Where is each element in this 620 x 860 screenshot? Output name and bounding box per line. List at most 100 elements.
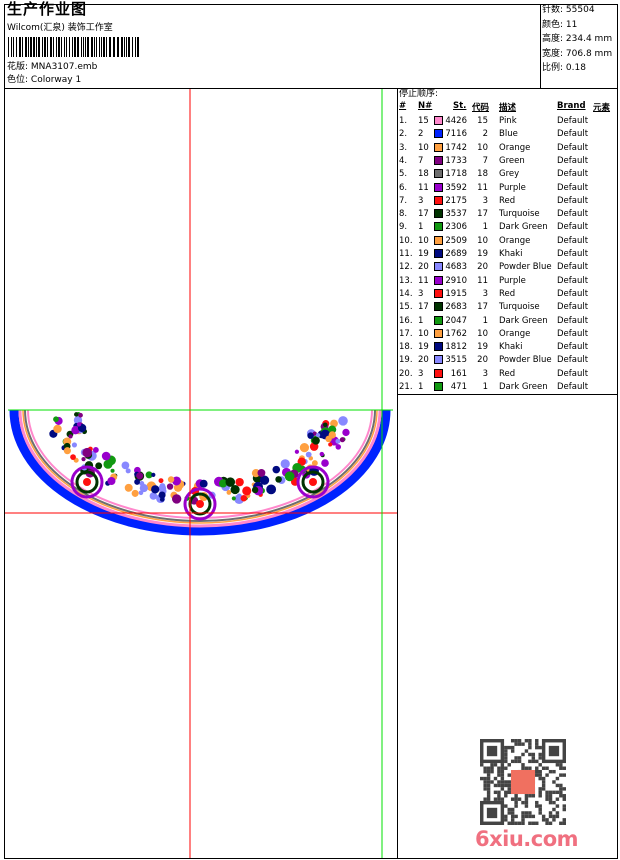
- row-brand: Default: [557, 342, 589, 353]
- color-swatch: [434, 302, 443, 312]
- embroidery-motif: [230, 484, 240, 495]
- qr-module: [528, 766, 532, 770]
- embroidery-motif: [312, 436, 320, 445]
- barcode-bar: [47, 37, 48, 57]
- qr-module: [507, 807, 511, 812]
- barcode-bar: [94, 37, 95, 57]
- embroidery-motif: [107, 476, 116, 486]
- qr-module: [517, 797, 522, 801]
- table-row: 17. 10 1762 10 Orange Default: [398, 328, 617, 341]
- row-stitches: 1718: [445, 169, 467, 180]
- stat-item: 比例: 0.18: [542, 63, 586, 74]
- row-index: 1.: [399, 116, 408, 126]
- row-stitches: 2910: [445, 275, 467, 286]
- row-description: Green: [499, 155, 525, 166]
- qr-module: [493, 790, 498, 795]
- stats-panel: [540, 4, 618, 89]
- qr-module: [486, 790, 491, 795]
- qr-module: [528, 821, 532, 825]
- barcode-bar: [124, 37, 125, 57]
- embroidery-motif: [71, 442, 78, 448]
- color-swatch: [434, 249, 443, 258]
- row-index: 5.: [399, 169, 408, 180]
- barcode: [8, 37, 139, 57]
- qr-module: [524, 811, 529, 815]
- row-description: Purple: [499, 182, 526, 193]
- row-code: 7: [482, 155, 488, 166]
- qr-module: [531, 814, 536, 819]
- row-needle: 3: [418, 195, 424, 206]
- watermark-logo: 6xiu.com: [475, 827, 579, 851]
- qr-module: [524, 749, 529, 753]
- row-description: Pink: [499, 116, 517, 126]
- qr-module: [562, 773, 566, 777]
- qr-module: [497, 797, 501, 801]
- qr-module: [528, 739, 532, 743]
- qr-module: [559, 787, 563, 791]
- qr-module: [562, 821, 566, 825]
- table-row: 20. 3 161 3 Red Default: [398, 368, 617, 381]
- qr-module: [524, 800, 529, 805]
- barcode-bar: [113, 37, 115, 57]
- embroidery-motif: [171, 494, 182, 504]
- qr-module: [486, 787, 491, 791]
- qr-module: [486, 794, 491, 798]
- qr-module: [483, 787, 487, 791]
- row-brand: Default: [557, 129, 589, 140]
- row-description: Blue: [499, 129, 518, 140]
- row-brand: Default: [557, 382, 589, 392]
- color-swatch: [434, 142, 443, 152]
- qr-module: [483, 776, 487, 781]
- embroidery-motif: [328, 442, 333, 447]
- row-code: 11: [477, 275, 488, 286]
- qr-module: [535, 773, 539, 777]
- stop-sequence-title: 停止顺序:: [399, 89, 439, 99]
- table-row: 21. 1 471 1 Dark Green Default: [398, 381, 617, 394]
- row-code: 10: [477, 328, 488, 339]
- table-row: 13. 11 2910 11 Purple Default: [398, 275, 617, 288]
- qr-module: [504, 780, 508, 784]
- row-stitches: 471: [450, 382, 467, 392]
- qr-module: [535, 745, 539, 750]
- embroidery-motif: [74, 412, 79, 417]
- table-row: 8. 17 3537 17 Turquoise Default: [398, 208, 617, 221]
- row-description: Purple: [499, 275, 526, 286]
- row-stitches: 3537: [445, 209, 467, 220]
- qr-module: [548, 794, 553, 798]
- row-stitches: 2683: [445, 302, 467, 313]
- qr-module: [483, 780, 487, 784]
- qr-module: [524, 766, 529, 770]
- color-swatch: [434, 288, 443, 298]
- qr-module: [507, 780, 511, 784]
- qr-module: [510, 814, 515, 819]
- qr-module: [510, 745, 515, 750]
- embroidery-motif: [159, 497, 165, 502]
- row-brand: Default: [557, 275, 589, 286]
- qr-module: [548, 814, 553, 819]
- embroidery-motif: [299, 442, 310, 453]
- embroidery-motif: [199, 479, 208, 488]
- qr-module: [562, 766, 566, 770]
- col-index: #: [399, 101, 407, 111]
- row-index: 18.: [399, 342, 413, 353]
- barcode-bar: [137, 37, 139, 57]
- qr-stamp-logo: [511, 770, 535, 794]
- qr-module: [510, 807, 515, 812]
- row-brand: Default: [557, 288, 589, 299]
- qr-module: [538, 776, 542, 781]
- qr-module: [538, 756, 542, 760]
- row-needle: 7: [418, 155, 424, 166]
- qr-module: [552, 807, 556, 812]
- row-needle: 3: [418, 288, 424, 299]
- row-brand: Default: [557, 368, 589, 379]
- row-index: 11.: [399, 249, 413, 259]
- qr-module: [541, 780, 546, 784]
- row-needle: 17: [418, 302, 429, 313]
- colorway-value: Colorway 1: [30, 75, 82, 85]
- row-needle: 2: [418, 129, 424, 140]
- row-description: Khaki: [499, 342, 523, 353]
- qr-module: [510, 759, 515, 764]
- embroidery-motif: [307, 432, 314, 439]
- qr-module: [504, 745, 508, 750]
- qr-module: [528, 742, 532, 746]
